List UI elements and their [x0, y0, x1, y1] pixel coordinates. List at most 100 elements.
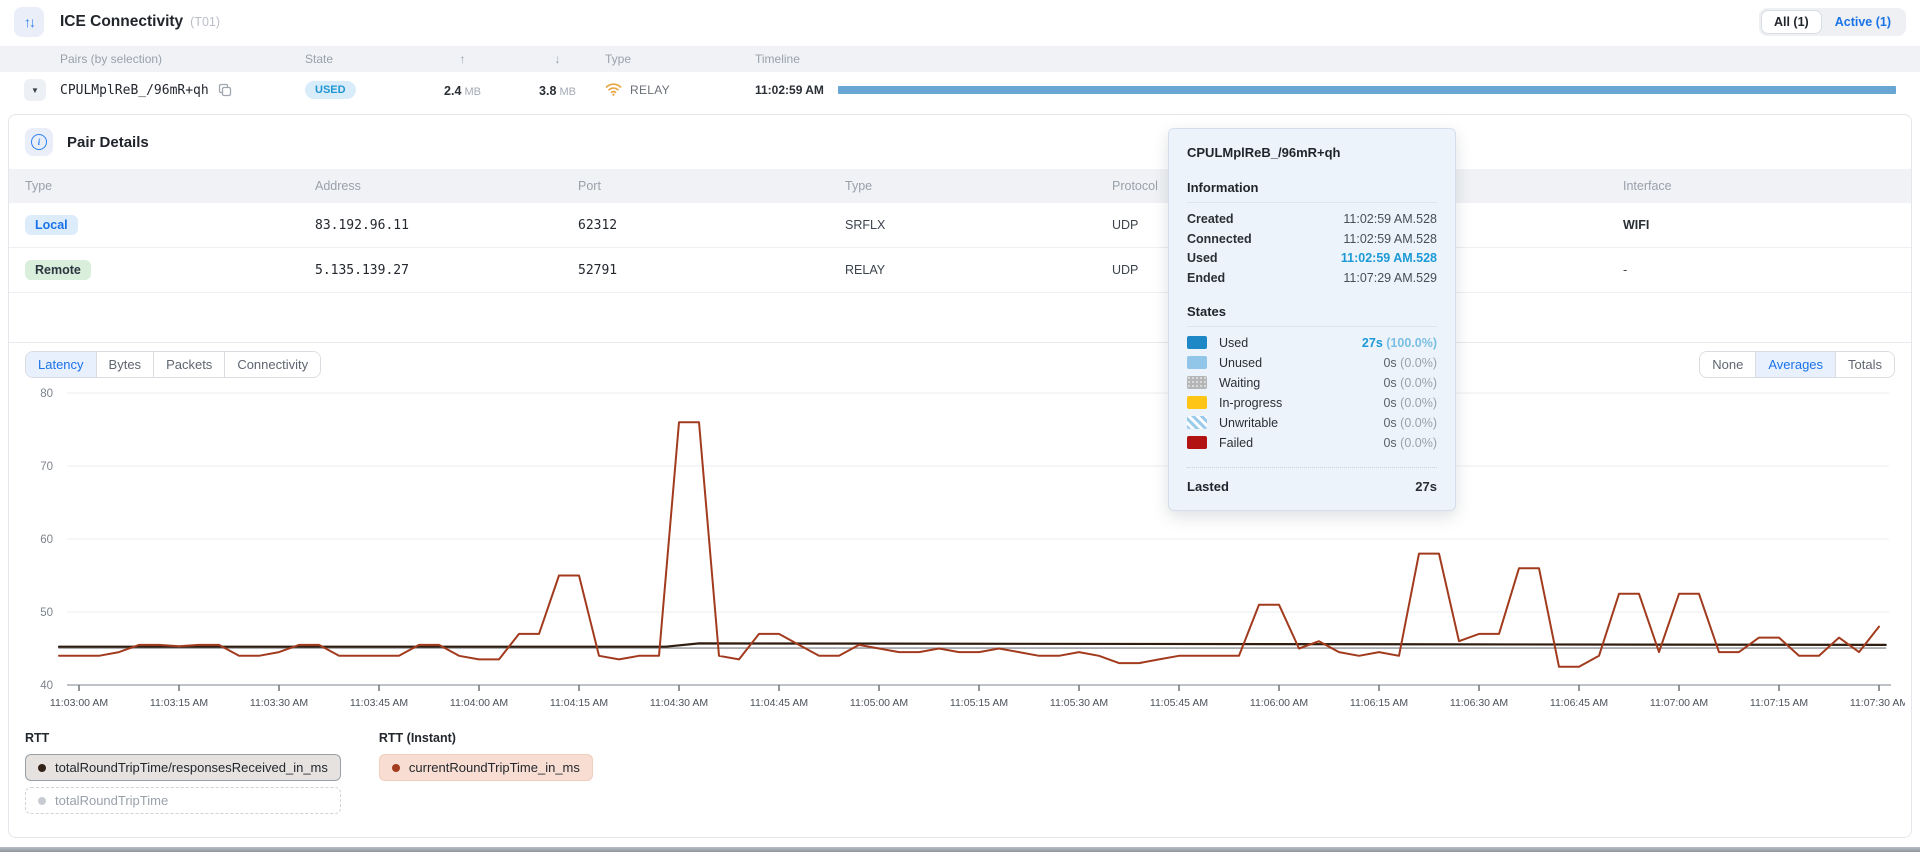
- svg-text:11:06:00 AM: 11:06:00 AM: [1250, 697, 1308, 709]
- tab-packets[interactable]: Packets: [153, 352, 224, 377]
- in-progress-state-swatch: [1187, 396, 1207, 409]
- remote-interface: -: [1623, 263, 1895, 277]
- pair-row[interactable]: ▼ CPULMplReB_/96mR+qh USED 2.4MB 3.8MB R…: [0, 72, 1920, 108]
- pair-tooltip: CPULMplReB_/96mR+qh Information Created …: [1168, 128, 1456, 511]
- tooltip-ended-row: Ended 11:07:29 AM.529: [1187, 270, 1437, 286]
- latency-chart: 405060708011:03:00 AM11:03:15 AM11:03:30…: [9, 385, 1905, 719]
- pair-details-card: i Pair Details Type Address Port Type Pr…: [8, 114, 1912, 838]
- info-icon: i: [25, 128, 53, 156]
- svg-text:11:04:45 AM: 11:04:45 AM: [750, 697, 808, 709]
- svg-text:11:07:00 AM: 11:07:00 AM: [1650, 697, 1708, 709]
- waiting-state-swatch: [1187, 376, 1207, 389]
- svg-text:11:03:45 AM: 11:03:45 AM: [350, 697, 408, 709]
- local-port: 62312: [578, 218, 845, 233]
- tab-bytes[interactable]: Bytes: [96, 352, 154, 377]
- sort-icon[interactable]: ↑↓: [14, 7, 44, 37]
- tooltip-state-row: Unwritable0s (0.0%): [1187, 415, 1437, 432]
- agg-averages[interactable]: Averages: [1755, 352, 1835, 377]
- svg-text:11:03:00 AM: 11:03:00 AM: [50, 697, 108, 709]
- tooltip-state-row: Unused0s (0.0%): [1187, 355, 1437, 372]
- used-state-swatch: [1187, 336, 1207, 349]
- page-title: ICE Connectivity: [60, 13, 183, 31]
- tooltip-states-heading: States: [1187, 304, 1437, 327]
- local-address: 83.192.96.11: [315, 218, 578, 233]
- tooltip-lasted-row: Lasted 27s: [1187, 467, 1437, 494]
- expand-arrow-icon[interactable]: ▼: [24, 79, 46, 101]
- state-badge: USED: [305, 81, 356, 99]
- tooltip-used-row: Used 11:02:59 AM.528: [1187, 250, 1437, 266]
- svg-text:60: 60: [40, 534, 53, 546]
- chart-tabs: LatencyBytesPacketsConnectivity: [25, 351, 321, 378]
- legend-group-title: RTT (Instant): [379, 731, 593, 745]
- legend-item-totalRoundTripTime/responsesReceived_in_ms[interactable]: totalRoundTripTime/responsesReceived_in_…: [25, 754, 341, 781]
- top-bar: ↑↓ ICE Connectivity (T01) All (1) Active…: [0, 0, 1920, 44]
- legend-group: RTT totalRoundTripTime/responsesReceived_…: [25, 731, 341, 820]
- remote-type: RELAY: [845, 263, 1112, 277]
- svg-text:11:07:15 AM: 11:07:15 AM: [1750, 697, 1808, 709]
- col-download-icon: ↓: [510, 52, 605, 66]
- col-interface: Interface: [1623, 179, 1895, 193]
- pair-filter-segmented: All (1) Active (1): [1759, 8, 1906, 36]
- page-tag: (T01): [190, 15, 220, 29]
- svg-text:80: 80: [40, 388, 53, 400]
- bytes-received: 3.8: [539, 84, 556, 98]
- copy-icon[interactable]: [218, 83, 232, 97]
- failed-state-swatch: [1187, 436, 1207, 449]
- local-badge: Local: [25, 215, 78, 235]
- bytes-sent: 2.4: [444, 84, 461, 98]
- tooltip-state-row: In-progress0s (0.0%): [1187, 395, 1437, 412]
- series-dot-icon: [38, 764, 46, 772]
- pairs-table-header: Pairs (by selection) State ↑ ↓ Type Time…: [0, 46, 1920, 72]
- remote-badge: Remote: [25, 260, 91, 280]
- series-dot-icon: [392, 764, 400, 772]
- unused-state-swatch: [1187, 356, 1207, 369]
- svg-text:11:06:15 AM: 11:06:15 AM: [1350, 697, 1408, 709]
- timeline-start-time: 11:02:59 AM: [755, 83, 824, 97]
- window-bottom-edge: [0, 847, 1920, 852]
- chart-section-divider: [9, 342, 1911, 343]
- col-timeline: Timeline: [755, 52, 1896, 66]
- legend-item-totalRoundTripTime[interactable]: totalRoundTripTime: [25, 787, 341, 814]
- col-state: State: [305, 52, 415, 66]
- col-address: Address: [315, 179, 578, 193]
- pair-name: CPULMplReB_/96mR+qh: [60, 83, 209, 98]
- local-type: SRFLX: [845, 218, 1112, 232]
- local-candidate-row[interactable]: Local 83.192.96.11 62312 SRFLX UDP WIFI: [9, 203, 1911, 248]
- svg-text:11:07:30 AM: 11:07:30 AM: [1850, 697, 1905, 709]
- filter-all-button[interactable]: All (1): [1761, 10, 1822, 34]
- tooltip-state-row: Waiting0s (0.0%): [1187, 375, 1437, 392]
- tab-latency[interactable]: Latency: [26, 352, 96, 377]
- tooltip-information-heading: Information: [1187, 180, 1437, 203]
- svg-text:11:04:30 AM: 11:04:30 AM: [650, 697, 708, 709]
- tab-connectivity[interactable]: Connectivity: [224, 352, 320, 377]
- timeline-bar: [838, 86, 1896, 94]
- legend-item-currentRoundTripTime_in_ms[interactable]: currentRoundTripTime_in_ms: [379, 754, 593, 781]
- col-cand-type: Type: [845, 179, 1112, 193]
- svg-text:11:05:00 AM: 11:05:00 AM: [850, 697, 908, 709]
- remote-candidate-row[interactable]: Remote 5.135.139.27 52791 RELAY UDP -: [9, 248, 1911, 293]
- tooltip-state-row: Failed0s (0.0%): [1187, 435, 1437, 452]
- svg-text:11:06:30 AM: 11:06:30 AM: [1450, 697, 1508, 709]
- col-port: Port: [578, 179, 845, 193]
- aggregation-modes: NoneAveragesTotals: [1699, 351, 1895, 378]
- legend-group-title: RTT: [25, 731, 341, 745]
- chart-legend: RTT totalRoundTripTime/responsesReceived_…: [25, 731, 593, 820]
- pair-details-title: Pair Details: [67, 134, 149, 151]
- wifi-icon: [605, 82, 622, 99]
- col-kind: Type: [25, 179, 315, 193]
- legend-group: RTT (Instant) currentRoundTripTime_in_ms: [379, 731, 593, 787]
- tooltip-connected-row: Connected 11:02:59 AM.528: [1187, 231, 1437, 247]
- series-dot-icon: [38, 797, 46, 805]
- unwritable-state-swatch: [1187, 416, 1207, 429]
- tooltip-pair-name: CPULMplReB_/96mR+qh: [1187, 145, 1437, 160]
- filter-active-button[interactable]: Active (1): [1822, 10, 1904, 34]
- svg-text:11:04:15 AM: 11:04:15 AM: [550, 697, 608, 709]
- svg-text:11:06:45 AM: 11:06:45 AM: [1550, 697, 1608, 709]
- tooltip-created-row: Created 11:02:59 AM.528: [1187, 211, 1437, 227]
- agg-none[interactable]: None: [1700, 352, 1755, 377]
- agg-totals[interactable]: Totals: [1835, 352, 1894, 377]
- svg-text:40: 40: [40, 680, 53, 692]
- svg-text:11:05:45 AM: 11:05:45 AM: [1150, 697, 1208, 709]
- svg-text:11:03:30 AM: 11:03:30 AM: [250, 697, 308, 709]
- candidate-type: RELAY: [630, 83, 670, 97]
